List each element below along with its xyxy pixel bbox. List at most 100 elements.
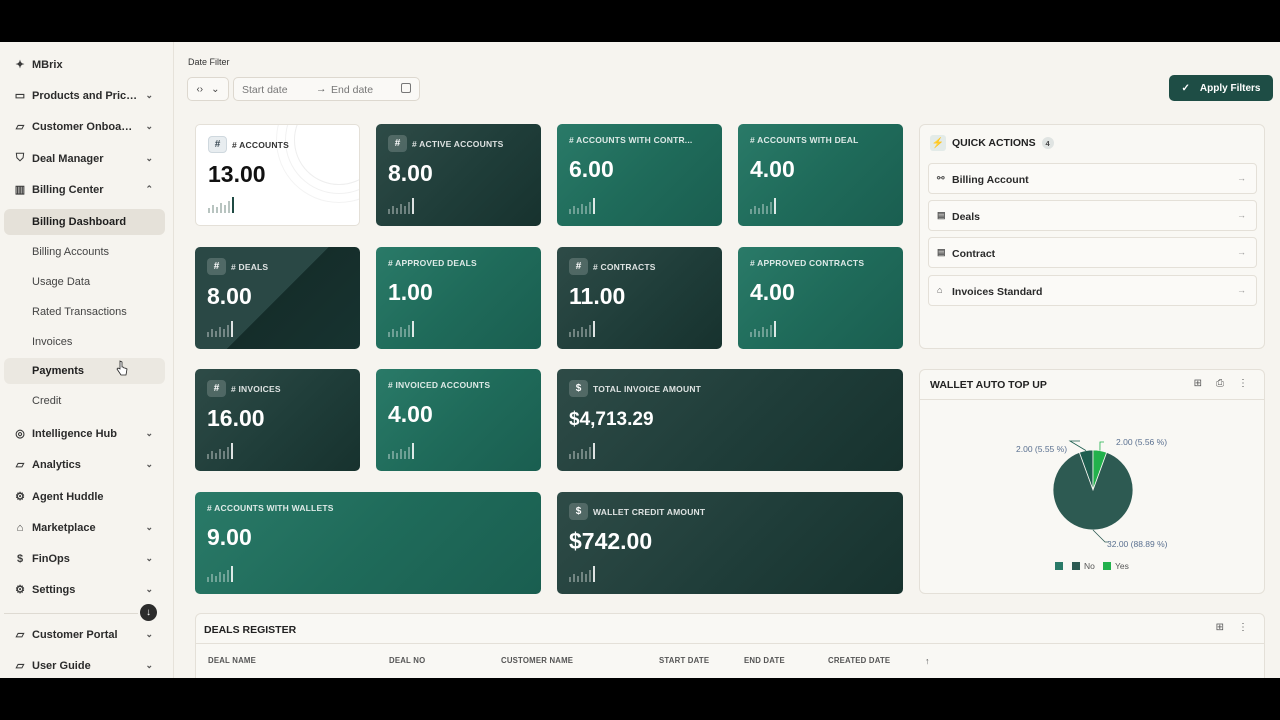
arrow-down-icon: ↓ (146, 607, 151, 618)
lightning-icon: ⚡ (930, 135, 946, 151)
kpi-card-approved-contracts[interactable]: # APPROVED CONTRACTS 4.00 (738, 247, 903, 349)
pie-data-label: 32.00 (88.89 %) (1107, 539, 1168, 549)
code-icon: ‹› (196, 83, 204, 95)
decorative-rings (294, 125, 359, 185)
grid-icon[interactable]: ⊞ (1216, 622, 1224, 633)
sidebar-item-intelligence-hub[interactable]: ◎ Intelligence Hub ⌄ (4, 420, 165, 447)
sidebar-subitem-usage-data[interactable]: Usage Data (4, 269, 165, 295)
sidebar-item-deal-manager[interactable]: ⛉ Deal Manager ⌄ (4, 145, 165, 172)
chevron-down-icon: ⌄ (145, 90, 153, 100)
sidebar-subitem-credit[interactable]: Credit (4, 388, 165, 414)
box-icon: ▭ (14, 90, 26, 102)
kpi-card-approved-deals[interactable]: # APPROVED DEALS 1.00 (376, 247, 541, 349)
sidebar-subitem-invoices[interactable]: Invoices (4, 329, 165, 355)
kpi-card-accounts-with-deal[interactable]: # ACCOUNTS WITH DEAL 4.00 (738, 124, 903, 226)
sidebar-subitem-billing-accounts[interactable]: Billing Accounts (4, 239, 165, 265)
quick-action-invoices-standard[interactable]: ⌂ Invoices Standard → (928, 275, 1257, 306)
more-vertical-icon[interactable]: ⋮ (1238, 378, 1248, 389)
sidebar-item-customer-portal[interactable]: ▱ Customer Portal ⌄ (4, 621, 165, 648)
sidebar-subitem-payments[interactable]: Payments (4, 358, 165, 384)
apply-filters-button[interactable]: ✓ Apply Filters (1169, 75, 1273, 101)
dollar-icon: $ (569, 503, 588, 520)
pie-leader-line (1068, 440, 1087, 451)
column-header-deal-name[interactable]: DEAL NAME (208, 656, 256, 665)
legend-swatch[interactable] (1072, 562, 1080, 570)
kpi-card-invoices[interactable]: # # INVOICES 16.00 (195, 369, 360, 471)
column-header-end-date[interactable]: END DATE (744, 656, 785, 665)
calendar-icon[interactable] (401, 83, 411, 93)
date-filter-mode-toggle[interactable]: ‹› ⌄ (187, 77, 229, 101)
sidebar-item-marketplace[interactable]: ⌂ Marketplace ⌄ (4, 514, 165, 541)
kpi-card-wallet-credit-amount[interactable]: $ WALLET CREDIT AMOUNT $742.00 (557, 492, 903, 594)
mini-bars-icon (750, 198, 776, 214)
kpi-card-contracts[interactable]: # # CONTRACTS 11.00 (557, 247, 722, 349)
deals-register-panel: DEALS REGISTER ⊞ ⋮ DEAL NAME DEAL NO CUS… (195, 613, 1265, 678)
column-header-deal-no[interactable]: DEAL NO (389, 656, 425, 665)
end-date-input[interactable]: End date (331, 84, 373, 96)
mini-bars-icon (569, 566, 595, 582)
date-range-picker[interactable]: Start date → End date (233, 77, 420, 101)
mini-bars-icon (207, 321, 233, 337)
kpi-card-active-accounts[interactable]: # # ACTIVE ACCOUNTS 8.00 (376, 124, 541, 226)
arrow-right-icon: → (1237, 285, 1246, 295)
folder-icon: ▱ (15, 459, 25, 471)
kpi-card-accounts[interactable]: # # ACCOUNTS 13.00 (195, 124, 360, 226)
kpi-card-accounts-with-contracts[interactable]: # ACCOUNTS WITH CONTR... 6.00 (557, 124, 722, 226)
sidebar-item-user-guide[interactable]: ▱ User Guide ⌄ (4, 652, 165, 678)
kpi-card-total-invoice-amount[interactable]: $ TOTAL INVOICE AMOUNT $4,713.29 (557, 369, 903, 471)
column-header-customer-name[interactable]: CUSTOMER NAME (501, 656, 573, 665)
bank-icon: ⌂ (937, 285, 943, 295)
sparkle-icon: ✦ (15, 59, 25, 71)
mini-bars-icon (569, 198, 595, 214)
grid-icon[interactable]: ⊞ (1194, 378, 1202, 389)
sidebar-item-mbrix[interactable]: ✦ MBrix (4, 51, 165, 78)
kpi-card-accounts-with-wallets[interactable]: # ACCOUNTS WITH WALLETS 9.00 (195, 492, 541, 594)
quick-action-deals[interactable]: ▤ Deals → (928, 200, 1257, 231)
wallet-panel-title: WALLET AUTO TOP UP (930, 379, 1047, 391)
pie-leader-line (1099, 441, 1104, 451)
hash-icon: # (208, 136, 227, 153)
mini-bars-icon (569, 321, 595, 337)
more-vertical-icon[interactable]: ⋮ (1238, 622, 1248, 633)
chevron-down-icon: ⌄ (145, 584, 153, 594)
quick-actions-header: ⚡ QUICK ACTIONS 4 (930, 135, 1054, 151)
chevron-down-icon: ⌄ (145, 428, 153, 438)
sort-ascending-icon[interactable]: ↑ (925, 656, 930, 666)
arrow-right-icon: → (316, 83, 327, 95)
chevron-down-icon: ⌄ (145, 660, 153, 670)
quick-action-contract[interactable]: ▤ Contract → (928, 237, 1257, 268)
sidebar-item-billing-center[interactable]: ▥ Billing Center ⌃ (4, 176, 165, 203)
column-header-created-date[interactable]: CREATED DATE (828, 656, 890, 665)
sidebar-item-finops[interactable]: $ FinOps ⌄ (4, 545, 165, 572)
legend-swatch[interactable] (1103, 562, 1111, 570)
legend-label[interactable]: No (1084, 561, 1095, 571)
folder-icon: ▱ (15, 629, 25, 641)
date-filter-title: Date Filter (188, 57, 230, 67)
sidebar-item-analytics[interactable]: ▱ Analytics ⌄ (4, 451, 165, 478)
chevron-down-icon: ⌄ (145, 121, 153, 131)
sidebar-subitem-rated-transactions[interactable]: Rated Transactions (4, 299, 165, 325)
legend-label[interactable]: Yes (1115, 561, 1129, 571)
kpi-card-deals[interactable]: # # DEALS 8.00 (195, 247, 360, 349)
count-badge: 4 (1041, 137, 1054, 149)
start-date-input[interactable]: Start date (242, 84, 288, 96)
kpi-card-invoiced-accounts[interactable]: # INVOICED ACCOUNTS 4.00 (376, 369, 541, 471)
export-file-icon[interactable]: ⎙ (1216, 378, 1224, 389)
dollar-icon: $ (16, 552, 24, 565)
sidebar-item-agent-huddle[interactable]: ⚙ Agent Huddle (4, 483, 165, 510)
quick-action-billing-account[interactable]: ⚯ Billing Account → (928, 163, 1257, 194)
sidebar-subitem-billing-dashboard[interactable]: Billing Dashboard (4, 209, 165, 235)
scroll-down-button[interactable]: ↓ (140, 604, 157, 621)
check-icon: ✓ (1181, 82, 1190, 94)
pie-data-label: 2.00 (5.55 %) (1016, 444, 1067, 454)
mini-bars-icon (208, 197, 234, 213)
hash-icon: # (569, 258, 588, 275)
chevron-down-icon: ⌄ (145, 629, 153, 639)
sidebar-item-settings[interactable]: ⚙ Settings ⌄ (4, 576, 165, 603)
column-header-start-date[interactable]: START DATE (659, 656, 709, 665)
arrow-right-icon: → (1237, 247, 1246, 257)
sidebar: ✦ MBrix ▭ Products and Pricing ⌄ ▱ Custo… (0, 42, 174, 678)
legend-swatch[interactable] (1055, 562, 1063, 570)
sidebar-item-customer-onboarding[interactable]: ▱ Customer Onboarding ⌄ (4, 113, 165, 140)
sidebar-item-products-pricing[interactable]: ▭ Products and Pricing ⌄ (4, 82, 165, 109)
